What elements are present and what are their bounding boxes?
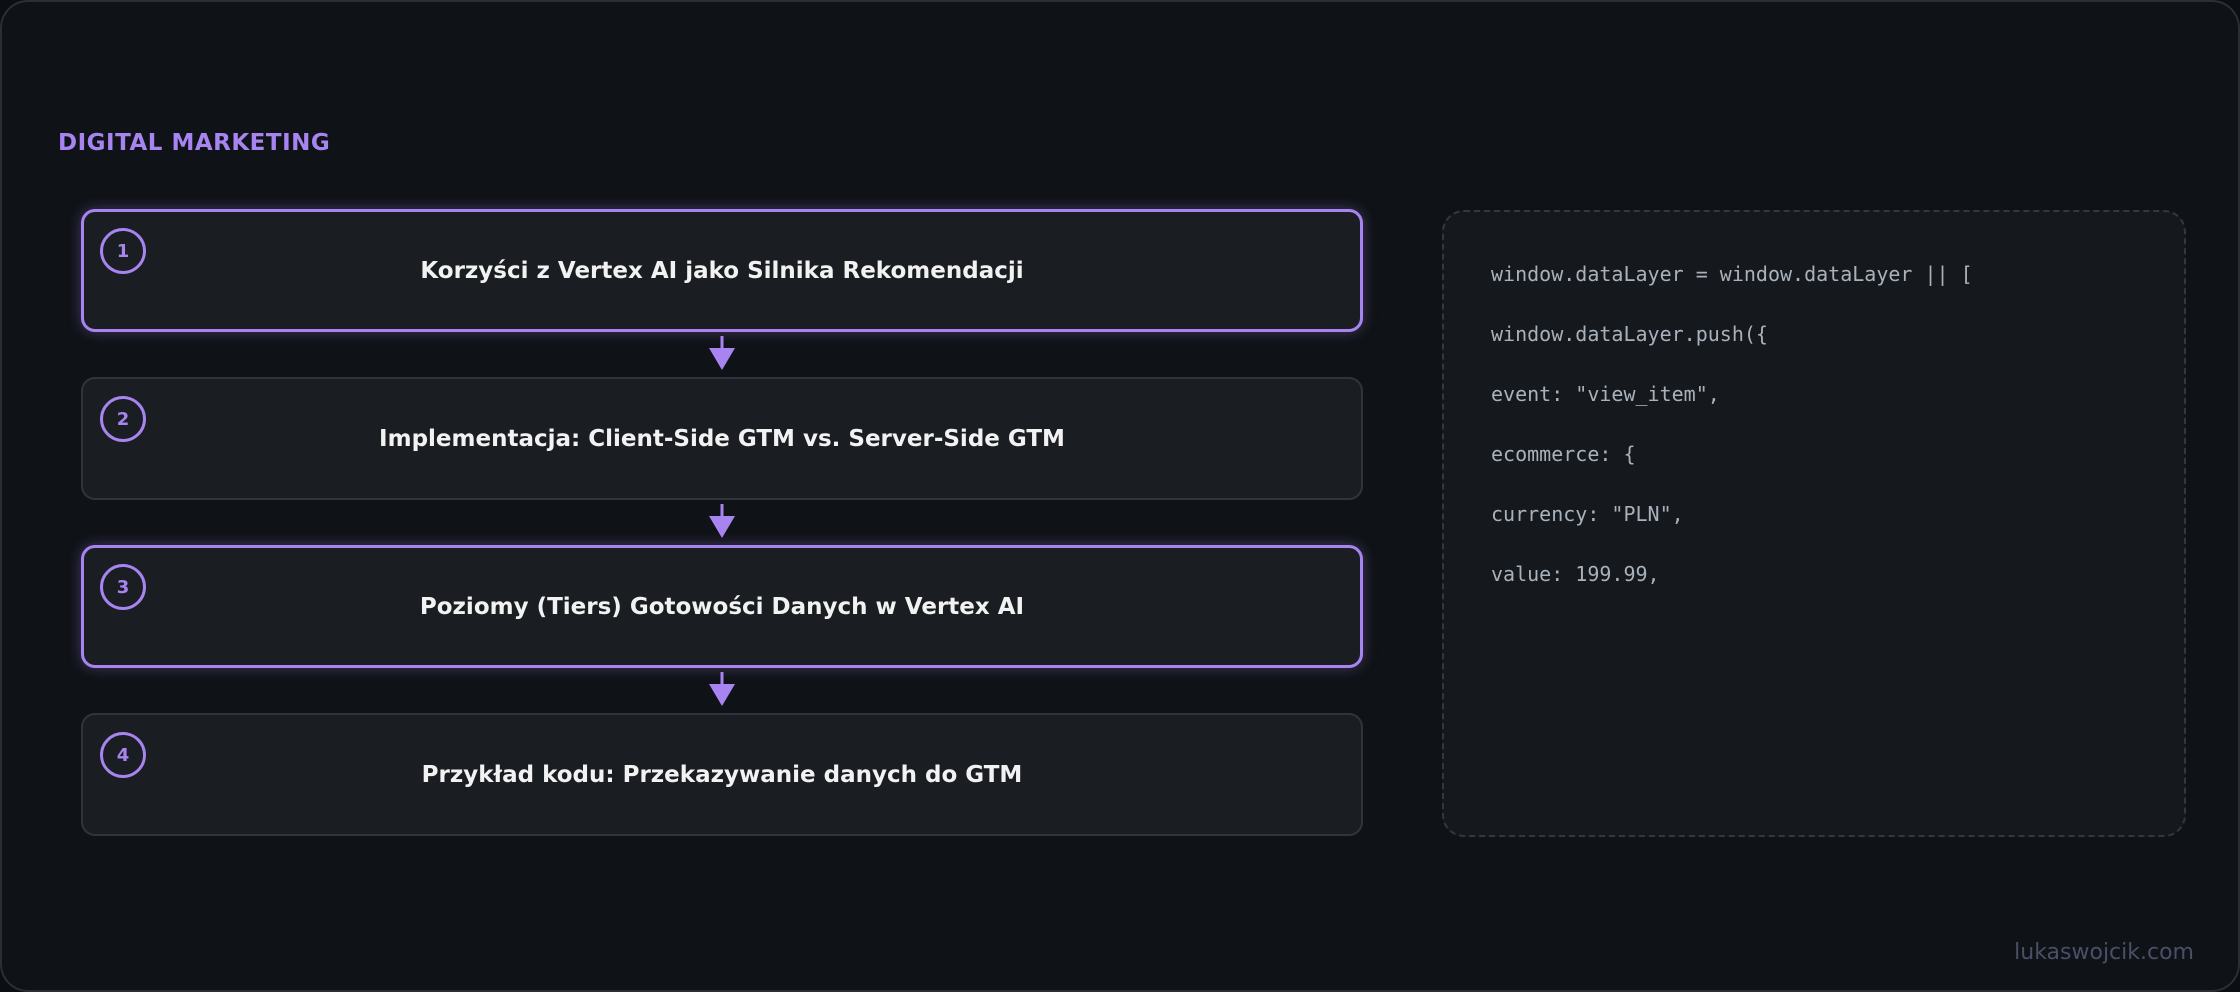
category-label: DIGITAL MARKETING (58, 130, 331, 156)
step-card-2: 2 Implementacja: Client-Side GTM vs. Ser… (81, 377, 1363, 500)
slide-frame: DIGITAL MARKETING 1 Korzyści z Vertex AI… (0, 0, 2240, 992)
arrow-down-icon (709, 336, 735, 370)
code-line: value: 199.99, (1491, 562, 1660, 586)
step-card-1: 1 Korzyści z Vertex AI jako Silnika Reko… (81, 209, 1363, 332)
site-watermark: lukaswojcik.com (2014, 940, 2194, 965)
arrow-down-icon (709, 672, 735, 706)
code-line: currency: "PLN", (1491, 502, 1684, 526)
step-title: Korzyści z Vertex AI jako Silnika Rekome… (420, 257, 1024, 284)
step-title: Implementacja: Client-Side GTM vs. Serve… (379, 425, 1065, 452)
arrow-down-icon (709, 504, 735, 538)
code-line: window.dataLayer = window.dataLayer || [ (1491, 262, 1973, 286)
code-line: window.dataLayer.push({ (1491, 322, 1768, 346)
code-line: ecommerce: { (1491, 442, 1636, 466)
step-card-4: 4 Przykład kodu: Przekazywanie danych do… (81, 713, 1363, 836)
step-title: Przykład kodu: Przekazywanie danych do G… (421, 761, 1023, 788)
code-line: event: "view_item", (1491, 382, 1720, 406)
step-card-3: 3 Poziomy (Tiers) Gotowości Danych w Ver… (81, 545, 1363, 668)
code-panel: window.dataLayer = window.dataLayer || [… (1442, 210, 2186, 837)
step-title: Poziomy (Tiers) Gotowości Danych w Verte… (419, 593, 1025, 620)
